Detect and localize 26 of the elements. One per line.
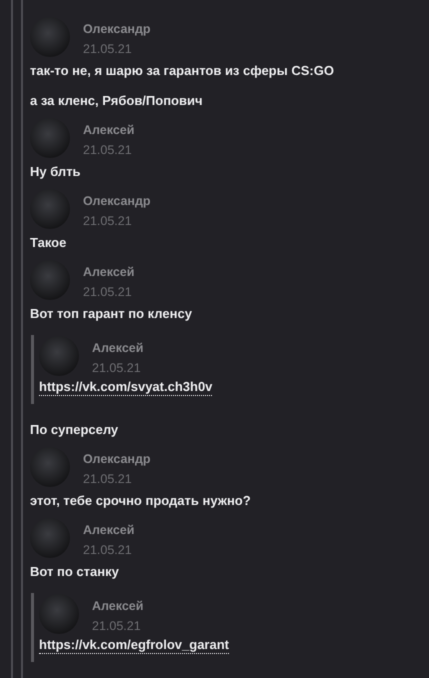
author-name: Алексей	[83, 523, 134, 537]
author-name: Олександр	[83, 194, 151, 208]
author-name: Алексей	[83, 123, 134, 137]
message-text: По суперселу	[30, 421, 120, 439]
message-text: а за кленс, Рябов/Попович	[30, 92, 204, 110]
message-date: 21.05.21	[83, 143, 133, 157]
message-date: 21.05.21	[83, 285, 133, 299]
author-name: Алексей	[92, 341, 144, 355]
message-text: этот, тебе срочно продать нужно?	[30, 492, 252, 510]
message-date: 21.05.21	[83, 472, 133, 486]
message-text: так-то не, я шарю за гарантов из сферы CS:GO	[30, 62, 335, 80]
message-text: Вот топ гарант по кленсу	[30, 305, 193, 323]
author-name: Алексей	[83, 265, 134, 279]
message-date: 21.05.21	[83, 214, 133, 228]
author-name: Олександр	[83, 452, 151, 466]
message-text: Вот по станку	[30, 563, 120, 581]
message-date: 21.05.21	[92, 619, 142, 633]
message-date: 21.05.21	[83, 543, 133, 557]
message-link[interactable]: https://vk.com/svyat.ch3h0v	[39, 379, 212, 396]
message-date: 21.05.21	[83, 42, 133, 56]
message-text: Ну блть	[30, 163, 82, 181]
author-name: Олександр	[83, 22, 151, 36]
message-link[interactable]: https://vk.com/egfrolov_garant	[39, 637, 229, 654]
author-name: Алексей	[92, 599, 144, 613]
message-text: Такое	[30, 234, 68, 252]
message-date: 21.05.21	[92, 361, 142, 375]
